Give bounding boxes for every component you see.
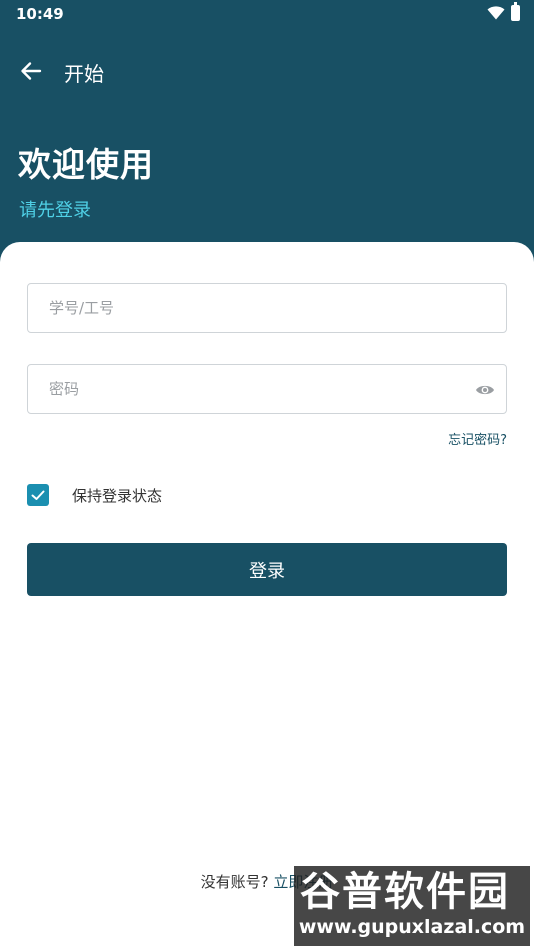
watermark: 谷普软件园 www.gupuxlazal.com (294, 866, 530, 946)
battery-charging-icon (511, 2, 520, 21)
check-icon (31, 490, 45, 500)
remember-me-label: 保持登录状态 (72, 486, 163, 505)
watermark-url: www.gupuxlazal.com (298, 916, 526, 938)
wifi-icon (487, 6, 505, 20)
password-input[interactable] (28, 365, 506, 413)
remember-me-checkbox[interactable]: 保持登录状态 (27, 484, 162, 506)
password-visibility-toggle[interactable] (473, 378, 497, 402)
account-field[interactable] (27, 283, 507, 333)
eye-icon (476, 385, 494, 395)
welcome-subtitle: 请先登录 (19, 200, 91, 221)
arrow-left-icon (21, 62, 42, 80)
register-prompt: 没有账号? (200, 873, 269, 891)
login-sheet: 忘记密码? 保持登录状态 登录 没有账号? 立即注册 (0, 242, 534, 950)
status-icons (487, 2, 520, 21)
back-button[interactable] (14, 54, 48, 88)
status-time: 10:49 (16, 5, 64, 23)
forgot-password-link[interactable]: 忘记密码? (448, 429, 507, 448)
password-field[interactable] (27, 364, 507, 414)
login-button[interactable]: 登录 (27, 543, 507, 596)
toolbar-title: 开始 (64, 62, 104, 86)
status-bar: 10:49 (0, 0, 534, 28)
toolbar: 开始 (0, 48, 534, 92)
checkbox-checked[interactable] (27, 484, 49, 506)
account-input[interactable] (28, 284, 506, 332)
welcome-title: 欢迎使用 (18, 145, 154, 184)
watermark-logo: 谷普软件园 (300, 869, 510, 915)
app-header: 10:49 开始 欢迎使用 请先登录 (0, 0, 534, 262)
